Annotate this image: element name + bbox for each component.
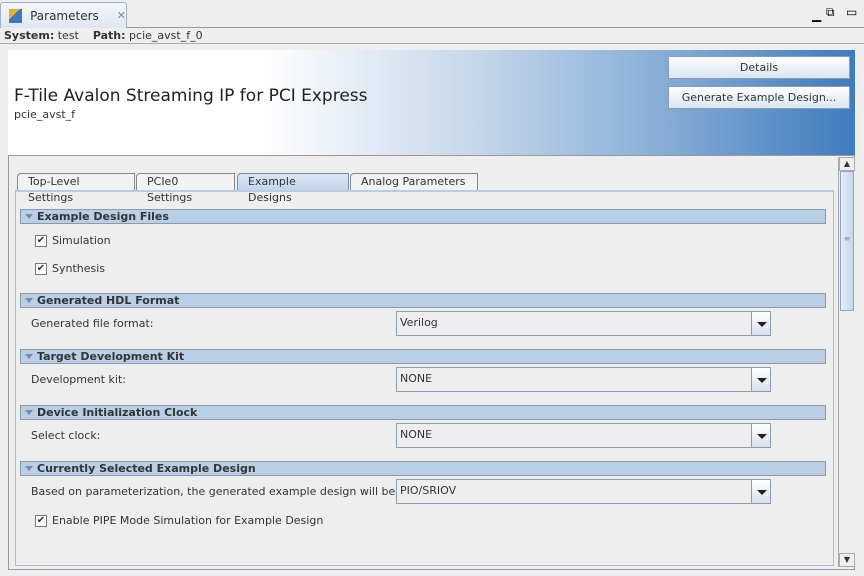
header-banner: F-Tile Avalon Streaming IP for PCI Expre… [8, 50, 855, 155]
scroll-up-icon[interactable]: ▲ [839, 157, 855, 171]
tab-pcie0-settings[interactable]: PCIe0 Settings [136, 173, 235, 204]
section-generated-hdl-format[interactable]: Generated HDL Format [20, 293, 826, 308]
file-format-select[interactable]: Verilog [396, 311, 771, 336]
close-icon[interactable]: ✕ [117, 9, 126, 22]
check-icon: ✔ [35, 514, 47, 527]
maximize-icon[interactable]: ▭ [846, 5, 857, 19]
check-icon: ✔ [35, 234, 47, 247]
synthesis-checkbox[interactable]: ✔ Synthesis [35, 262, 105, 275]
development-kit-label: Development kit: [31, 373, 126, 386]
select-clock-select[interactable]: NONE [396, 423, 771, 448]
vertical-scrollbar[interactable]: ▲ ≡ ▼ [838, 157, 855, 567]
file-format-value: Verilog [400, 316, 438, 329]
scroll-down-icon[interactable]: ▼ [839, 553, 855, 567]
page-subtitle: pcie_avst_f [14, 108, 76, 121]
pipe-mode-label: Enable PIPE Mode Simulation for Example … [52, 514, 324, 527]
system-value: test [57, 29, 79, 42]
detach-icon[interactable]: ⧉ [826, 5, 835, 20]
select-clock-value: NONE [400, 428, 433, 441]
parameters-tab[interactable]: Parameters ✕ [0, 2, 127, 28]
tab-analog-parameters[interactable]: Analog Parameters [350, 173, 478, 190]
info-bar: System: test Path: pcie_avst_f_0 [0, 28, 864, 44]
tab-example-designs[interactable]: Example Designs [237, 173, 349, 204]
synthesis-label: Synthesis [52, 262, 106, 275]
file-format-label: Generated file format: [31, 317, 154, 330]
development-kit-select[interactable]: NONE [396, 367, 771, 392]
example-design-value: PIO/SRIOV [400, 484, 457, 497]
select-clock-label: Select clock: [31, 429, 101, 442]
chevron-down-icon[interactable] [751, 368, 770, 391]
system-label: System: [4, 29, 55, 42]
minimize-icon[interactable]: ▁ [812, 8, 821, 22]
page-title: F-Tile Avalon Streaming IP for PCI Expre… [14, 86, 368, 106]
generate-example-design-button[interactable]: Generate Example Design... [668, 86, 850, 109]
section-target-development-kit[interactable]: Target Development Kit [20, 349, 826, 364]
parameters-tab-label: Parameters [30, 8, 99, 23]
section-example-design-files[interactable]: Example Design Files [20, 209, 826, 224]
path-value: pcie_avst_f_0 [129, 29, 203, 42]
chevron-down-icon[interactable] [751, 480, 770, 503]
example-design-label: Based on parameterization, the generated… [31, 485, 399, 498]
tab-top-level-settings[interactable]: Top-Level Settings [17, 173, 135, 204]
scroll-thumb[interactable]: ≡ [840, 171, 854, 311]
simulation-checkbox[interactable]: ✔ Simulation [35, 234, 111, 247]
simulation-label: Simulation [52, 234, 111, 247]
section-device-initialization-clock[interactable]: Device Initialization Clock [20, 405, 826, 420]
pipe-mode-checkbox[interactable]: ✔ Enable PIPE Mode Simulation for Example… [35, 514, 323, 527]
chevron-down-icon[interactable] [751, 312, 770, 335]
details-button[interactable]: Details [668, 56, 850, 79]
parameters-icon [9, 8, 23, 23]
section-currently-selected-example-design[interactable]: Currently Selected Example Design [20, 461, 826, 476]
path-label: Path: [92, 29, 126, 42]
example-design-select[interactable]: PIO/SRIOV [396, 479, 771, 504]
check-icon: ✔ [35, 262, 47, 275]
view-tab-bar: Parameters ✕ ▁ ⧉ ▭ [0, 0, 864, 28]
development-kit-value: NONE [400, 372, 433, 385]
chevron-down-icon[interactable] [751, 424, 770, 447]
